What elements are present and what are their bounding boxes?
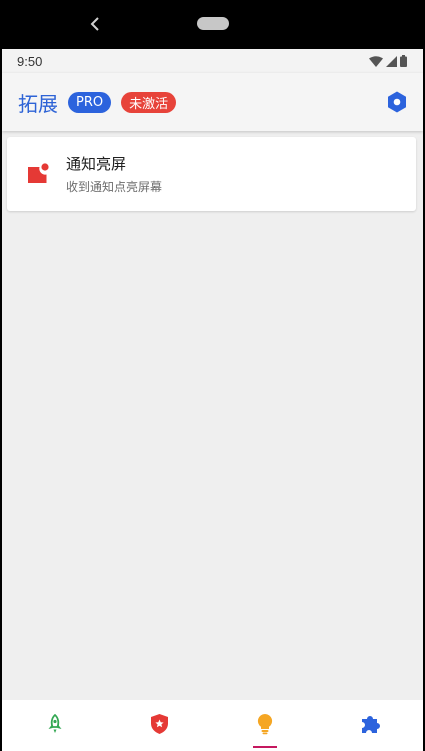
item-subtitle: 收到通知点亮屏幕 xyxy=(66,180,163,194)
rocket-icon xyxy=(48,713,62,733)
system-navigation-bar xyxy=(2,0,423,49)
bottom-navigation xyxy=(2,700,423,751)
nav-item-rocket[interactable] xyxy=(2,700,107,751)
chevron-left-icon xyxy=(90,17,99,31)
status-icons xyxy=(369,55,407,67)
nav-item-lightbulb[interactable] xyxy=(213,700,318,751)
back-button[interactable] xyxy=(84,12,106,36)
nav-item-shield[interactable] xyxy=(107,700,212,751)
lightbulb-icon xyxy=(258,713,273,734)
active-tab-indicator xyxy=(253,746,278,748)
notification-screen-icon xyxy=(26,162,50,186)
shield-star-icon xyxy=(151,713,169,734)
battery-icon xyxy=(400,55,407,67)
pro-badge[interactable]: PRO xyxy=(68,91,112,113)
app-bar: 拓展 PRO 未激活 xyxy=(2,73,423,131)
wifi-icon xyxy=(369,55,383,67)
settings-button[interactable] xyxy=(385,90,409,114)
nav-item-extensions[interactable] xyxy=(318,700,423,751)
status-bar: 9:50 xyxy=(2,49,423,73)
status-time: 9:50 xyxy=(17,53,43,69)
notification-wake-screen-item[interactable]: 通知亮屏 收到通知点亮屏幕 xyxy=(7,137,416,211)
inactive-status-badge[interactable]: 未激活 xyxy=(121,91,177,113)
home-pill-button[interactable] xyxy=(197,17,229,30)
puzzle-icon xyxy=(362,715,381,733)
page-title: 拓展 xyxy=(18,91,58,116)
item-title: 通知亮屏 xyxy=(66,155,127,173)
hexagon-settings-icon xyxy=(388,91,406,113)
phone-screen: 9:50 拓展 PRO 未激活 通知亮屏 收到通知点亮屏幕 xyxy=(2,0,423,751)
signal-icon xyxy=(386,55,397,67)
